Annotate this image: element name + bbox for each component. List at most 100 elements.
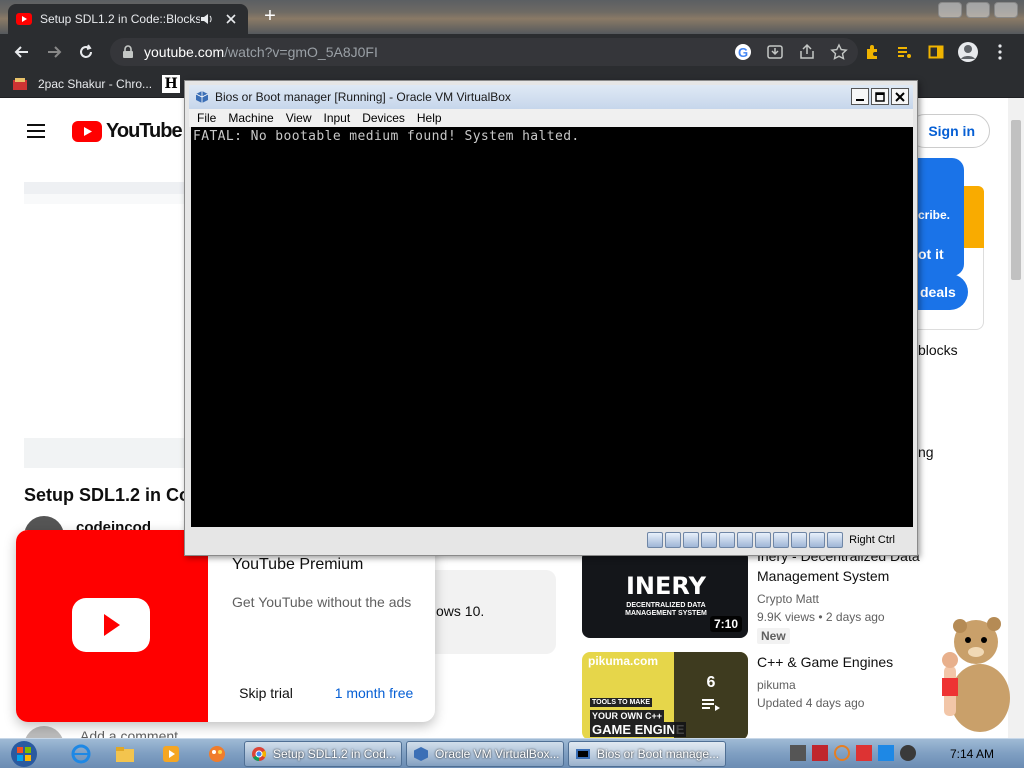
sign-in-button[interactable]: Sign in bbox=[908, 114, 990, 148]
mouse-integration-icon[interactable] bbox=[809, 532, 826, 548]
host-key-label: Right Ctrl bbox=[849, 534, 895, 546]
vbox-close-icon[interactable] bbox=[891, 88, 909, 105]
related-title-peek-2[interactable]: ng bbox=[918, 444, 934, 460]
youtube-logo[interactable]: YouTube bbox=[72, 120, 183, 143]
minimize-window-icon[interactable] bbox=[938, 2, 962, 18]
taskbar-clock[interactable]: 7:14 AM bbox=[950, 747, 994, 761]
browser-tab[interactable]: Setup SDL1.2 in Code::Blocks bbox=[8, 4, 248, 34]
media-player-pinned-icon[interactable] bbox=[154, 742, 188, 766]
premium-title: YouTube Premium bbox=[232, 556, 364, 573]
playlist-title[interactable]: C++ & Game Engines bbox=[757, 652, 937, 672]
browser-toolbar: youtube.com/watch?v=gmO_5A8J0FI G bbox=[0, 34, 1024, 70]
window-controls bbox=[938, 2, 1018, 18]
tray-flag-icon[interactable] bbox=[856, 745, 872, 761]
chrome-menu-icon[interactable] bbox=[984, 36, 1016, 68]
system-tray bbox=[790, 745, 916, 761]
comment-input[interactable]: Add a comment... bbox=[80, 728, 190, 738]
install-app-icon[interactable] bbox=[766, 43, 784, 61]
reload-icon[interactable] bbox=[70, 36, 102, 68]
vbox-menu-view[interactable]: View bbox=[286, 111, 312, 125]
audio-icon[interactable] bbox=[683, 532, 700, 548]
player-thumb-footer bbox=[24, 438, 194, 468]
side-panel-icon[interactable] bbox=[920, 36, 952, 68]
tray-display-icon[interactable] bbox=[878, 745, 894, 761]
vbox-menu-devices[interactable]: Devices bbox=[362, 111, 405, 125]
start-button[interactable] bbox=[4, 739, 44, 768]
taskbar-virtualbox-manager[interactable]: Oracle VM VirtualBox... bbox=[406, 741, 564, 767]
vbox-menu-input[interactable]: Input bbox=[324, 111, 351, 125]
vbox-minimize-icon[interactable] bbox=[851, 88, 869, 105]
keyboard-capture-icon[interactable] bbox=[827, 532, 844, 548]
share-icon[interactable] bbox=[798, 43, 816, 61]
playlist-thumb-label: pikuma.com bbox=[588, 654, 659, 668]
back-icon[interactable] bbox=[6, 36, 38, 68]
bookmark-star-icon[interactable] bbox=[830, 43, 848, 61]
hard-disk-icon[interactable] bbox=[647, 532, 664, 548]
hamburger-menu-icon[interactable] bbox=[26, 123, 46, 139]
display-icon[interactable] bbox=[755, 532, 772, 548]
new-badge: New bbox=[757, 628, 790, 644]
new-tab-button[interactable]: + bbox=[258, 6, 282, 28]
taskbar-vbox-label: Oracle VM VirtualBox... bbox=[435, 747, 560, 761]
rec-thumb-text: INERY bbox=[626, 572, 706, 600]
tray-app-icon[interactable] bbox=[790, 745, 806, 761]
address-bar[interactable]: youtube.com/watch?v=gmO_5A8J0FI G bbox=[110, 38, 858, 66]
rec-channel[interactable]: Crypto Matt bbox=[757, 592, 819, 606]
cpu-icon[interactable] bbox=[791, 532, 808, 548]
scrollbar-thumb[interactable] bbox=[1011, 120, 1021, 280]
vbox-menu-help[interactable]: Help bbox=[417, 111, 442, 125]
windows-orb-icon bbox=[11, 741, 37, 767]
chrome-icon bbox=[252, 747, 266, 761]
bookmark-2pac[interactable]: 2pac Shakur - Chro... bbox=[38, 77, 152, 91]
media-control-icon[interactable] bbox=[888, 36, 920, 68]
vbox-status-bar: Right Ctrl bbox=[189, 529, 913, 551]
tray-search-icon[interactable] bbox=[834, 745, 850, 761]
rec-thumbnail[interactable]: INERY DECENTRALIZED DATA MANAGEMENT SYST… bbox=[582, 550, 748, 638]
windows-taskbar: Setup SDL1.2 in Cod... Oracle VM Virtual… bbox=[0, 738, 1024, 768]
bookmark-h-icon[interactable]: H bbox=[162, 74, 181, 93]
rec-title-line-2: Management System bbox=[757, 568, 890, 584]
shared-folders-icon[interactable] bbox=[737, 532, 754, 548]
duration-badge: 7:10 bbox=[709, 616, 742, 632]
forward-icon[interactable] bbox=[38, 36, 70, 68]
playlist-channel[interactable]: pikuma bbox=[757, 678, 796, 692]
video-player[interactable] bbox=[24, 182, 194, 468]
youtube-play-logo bbox=[72, 598, 150, 652]
vbox-maximize-icon[interactable] bbox=[871, 88, 889, 105]
profile-avatar-icon[interactable] bbox=[952, 36, 984, 68]
taskbar-chrome-label: Setup SDL1.2 in Cod... bbox=[273, 747, 396, 761]
video-capture-icon[interactable] bbox=[773, 532, 790, 548]
virtualbox-icon bbox=[195, 91, 209, 103]
vbox-menu-bar: File Machine View Input Devices Help bbox=[189, 109, 913, 127]
tray-antivirus-icon[interactable] bbox=[812, 745, 828, 761]
taskbar-vm-window[interactable]: Bios or Boot manage... bbox=[568, 741, 726, 767]
description-snippet: ows 10. bbox=[436, 603, 485, 619]
close-tab-icon[interactable] bbox=[222, 13, 240, 25]
free-trial-button[interactable]: 1 month free bbox=[322, 676, 426, 710]
lock-icon[interactable] bbox=[122, 45, 134, 59]
playlist-thumbnail[interactable]: pikuma.com TOOLS TO MAKE YOUR OWN C++ GA… bbox=[582, 652, 748, 738]
speaker-icon[interactable] bbox=[200, 13, 214, 25]
notice-card bbox=[912, 248, 984, 330]
taskbar-chrome[interactable]: Setup SDL1.2 in Cod... bbox=[244, 741, 402, 767]
usb-icon[interactable] bbox=[719, 532, 736, 548]
skip-trial-button[interactable]: Skip trial bbox=[224, 676, 308, 710]
paint-pinned-icon[interactable] bbox=[200, 742, 234, 766]
close-window-icon[interactable] bbox=[994, 2, 1018, 18]
extensions-icon[interactable] bbox=[856, 36, 888, 68]
player-thumb-urlbar bbox=[24, 194, 194, 204]
network-icon[interactable] bbox=[701, 532, 718, 548]
optical-drive-icon[interactable] bbox=[665, 532, 682, 548]
tray-volume-icon[interactable] bbox=[900, 745, 916, 761]
vbox-menu-machine[interactable]: Machine bbox=[228, 111, 273, 125]
explorer-pinned-icon[interactable] bbox=[108, 742, 142, 766]
google-lens-icon[interactable]: G bbox=[734, 43, 752, 61]
playlist-thumb-tag-3: GAME ENGINE bbox=[590, 722, 687, 737]
virtualbox-window: Bios or Boot manager [Running] - Oracle … bbox=[184, 80, 918, 556]
ie-pinned-icon[interactable] bbox=[64, 742, 98, 766]
vbox-title-bar[interactable]: Bios or Boot manager [Running] - Oracle … bbox=[189, 85, 913, 109]
vbox-menu-file[interactable]: File bbox=[197, 111, 216, 125]
maximize-window-icon[interactable] bbox=[966, 2, 990, 18]
related-title-peek[interactable]: blocks bbox=[918, 342, 958, 358]
vm-display[interactable]: FATAL: No bootable medium found! System … bbox=[191, 127, 913, 527]
